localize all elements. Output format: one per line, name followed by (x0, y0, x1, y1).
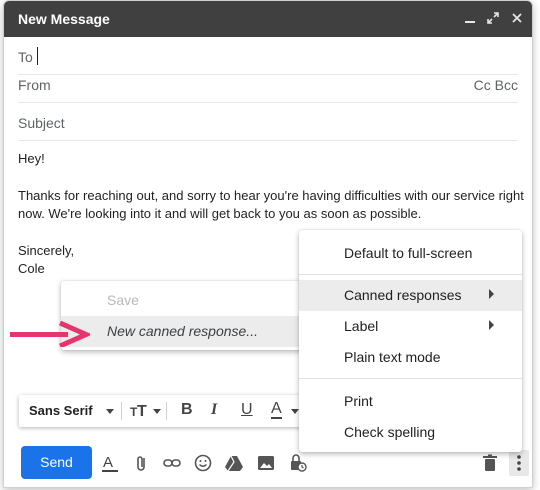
chevron-right-icon (489, 320, 494, 330)
subject-label: Subject (18, 115, 65, 131)
trash-icon[interactable] (480, 453, 500, 473)
menu-item-canned-responses[interactable]: Canned responses (299, 280, 522, 311)
compose-window: New Message To From Cc Bcc Subject Hey! … (3, 0, 533, 488)
text-color-icon[interactable]: A (271, 401, 282, 419)
to-label: To (18, 49, 33, 65)
bold-icon[interactable]: B (181, 401, 193, 419)
menu-item-label: Default to full-screen (344, 245, 473, 261)
chevron-down-icon (106, 409, 114, 414)
menu-item-label: Label (344, 318, 379, 334)
confidential-icon[interactable] (287, 453, 307, 473)
send-button[interactable]: Send (21, 446, 92, 479)
menu-item-label: Check spelling (344, 424, 436, 440)
italic-icon[interactable]: I (211, 401, 217, 419)
body-line-1: Thanks for reaching out, and sorry to he… (18, 188, 524, 203)
font-size-icon[interactable]: TT (130, 401, 150, 426)
emoji-icon[interactable] (193, 453, 213, 473)
annotation-arrow-icon (10, 321, 90, 347)
menu-item-label: Plain text mode (344, 349, 441, 365)
close-icon[interactable] (506, 7, 528, 29)
compose-title: New Message (18, 11, 110, 27)
drive-icon[interactable] (224, 453, 244, 473)
canned-save-label: Save (107, 292, 139, 308)
expand-icon[interactable] (482, 7, 504, 29)
font-select[interactable]: Sans Serif (29, 403, 93, 418)
menu-divider (299, 378, 522, 379)
canned-responses-submenu: Save New canned response... (61, 281, 305, 350)
cc-bcc-link[interactable]: Cc Bcc (474, 77, 518, 93)
compose-titlebar[interactable]: New Message (4, 1, 532, 37)
chevron-down-icon (153, 409, 161, 414)
new-canned-response-label: New canned response... (107, 323, 258, 339)
chevron-down-icon (291, 409, 299, 414)
menu-item-check-spelling[interactable]: Check spelling (299, 417, 522, 448)
body-signoff: Sincerely, (18, 243, 75, 258)
body-line-2: now. We're looking into it and will get … (18, 206, 422, 221)
svg-text:A: A (103, 454, 113, 471)
text-cursor (37, 47, 38, 65)
more-options-menu: Default to full-screen Canned responses … (299, 230, 522, 452)
svg-text:T: T (137, 403, 147, 420)
link-icon[interactable] (162, 453, 182, 473)
subject-field[interactable]: Subject (18, 105, 518, 141)
body-name: Cole (18, 261, 45, 276)
chevron-right-icon (489, 289, 494, 299)
minimize-icon[interactable] (459, 7, 481, 29)
body-greeting: Hey! (18, 151, 45, 166)
menu-item-plain-text[interactable]: Plain text mode (299, 342, 522, 373)
formatting-icon[interactable]: A (100, 453, 120, 473)
canned-save-item: Save (61, 285, 305, 316)
more-options-icon[interactable] (509, 450, 529, 476)
photo-icon[interactable] (256, 453, 276, 473)
menu-item-full-screen[interactable]: Default to full-screen (299, 238, 522, 269)
from-field[interactable]: From Cc Bcc (18, 67, 518, 103)
toolbar-divider (121, 402, 122, 420)
toolbar-divider (166, 402, 167, 420)
menu-item-label: Canned responses (344, 287, 462, 303)
menu-item-label-submenu[interactable]: Label (299, 311, 522, 342)
new-canned-response-item[interactable]: New canned response... (61, 316, 305, 347)
underline-icon[interactable]: U (241, 401, 253, 419)
from-label: From (18, 77, 51, 93)
attach-icon[interactable] (132, 453, 152, 473)
menu-item-print[interactable]: Print (299, 386, 522, 417)
menu-divider (299, 274, 522, 275)
menu-item-label: Print (344, 393, 373, 409)
formatting-toolbar: Sans Serif TT B I U A (19, 395, 324, 427)
